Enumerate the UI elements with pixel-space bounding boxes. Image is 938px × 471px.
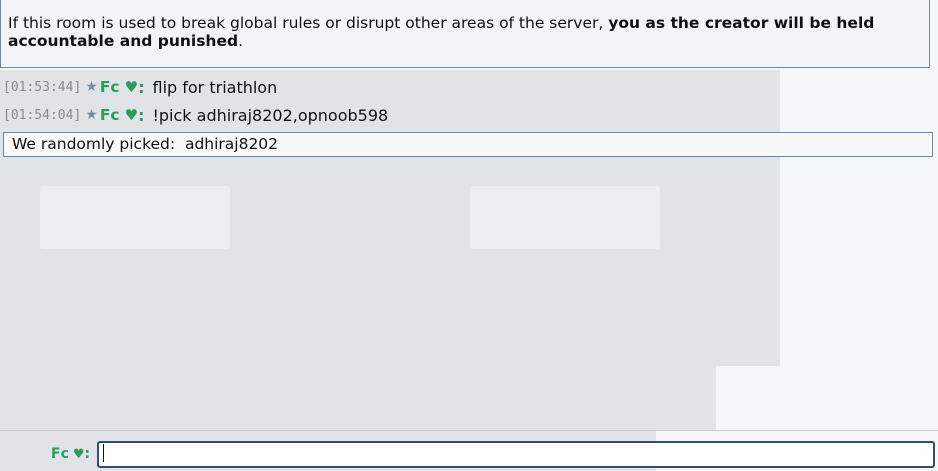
message-username[interactable]: ★ Fc ♥ <box>85 78 138 96</box>
compose-username-label: Fc <box>51 446 69 462</box>
star-rank-icon: ★ <box>85 79 98 95</box>
username-label: Fc <box>99 106 120 124</box>
heart-icon: ♥ <box>124 106 139 124</box>
notice-end: . <box>238 32 244 50</box>
chat-input[interactable] <box>97 441 935 468</box>
message-colon: : <box>138 77 145 97</box>
text-cursor <box>103 444 104 462</box>
message-text: !pick adhiraj8202,opnoob598 <box>152 105 389 125</box>
message-text: flip for triathlon <box>152 77 278 97</box>
pick-result-box: We randomly picked: adhiraj8202 <box>3 132 933 157</box>
compose-bar: Fc ♥: <box>0 430 938 471</box>
heart-icon: ♥ <box>72 447 85 462</box>
chat-log: If this room is used to break global rul… <box>0 0 938 471</box>
chat-message: [01:53:44] ★ Fc ♥ : flip for triathlon <box>0 74 938 100</box>
star-rank-icon: ★ <box>85 107 98 123</box>
message-username[interactable]: ★ Fc ♥ <box>85 106 138 124</box>
message-timestamp: [01:53:44] <box>3 79 82 95</box>
chat-message: [01:54:04] ★ Fc ♥ : !pick adhiraj8202,op… <box>0 102 938 128</box>
notice-text: If this room is used to break global rul… <box>8 14 609 32</box>
message-colon: : <box>138 105 145 125</box>
room-rules-notice: If this room is used to break global rul… <box>0 0 930 68</box>
heart-icon: ♥ <box>124 78 139 96</box>
message-timestamp: [01:54:04] <box>3 107 82 123</box>
username-label: Fc <box>99 78 120 96</box>
compose-colon: : <box>84 446 91 462</box>
compose-username[interactable]: Fc ♥: <box>51 446 90 462</box>
